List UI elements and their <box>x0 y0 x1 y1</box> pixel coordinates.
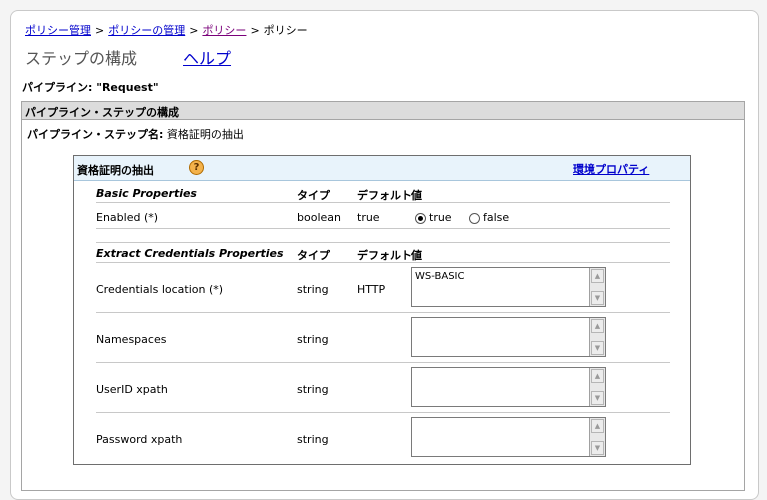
userid-xpath-textarea[interactable]: ▲ ▼ <box>411 367 606 407</box>
scroll-down-arrow-icon[interactable]: ▼ <box>591 291 604 305</box>
panel-title: 資格証明の抽出 <box>77 164 154 177</box>
scroll-down-arrow-icon[interactable]: ▼ <box>591 391 604 405</box>
scrollbar[interactable]: ▲ ▼ <box>589 268 605 306</box>
step-config-section: パイプライン・ステップの構成 パイプライン・ステップ名: 資格証明の抽出 資格証… <box>21 101 745 491</box>
userid-xpath-name: UserID xpath <box>96 383 168 396</box>
scrollbar[interactable]: ▲ ▼ <box>589 368 605 406</box>
basic-col-value: 値 <box>411 189 422 202</box>
credentials-location-name: Credentials location (*) <box>96 283 224 296</box>
scroll-up-arrow-icon[interactable]: ▲ <box>591 369 604 383</box>
section-header: パイプライン・ステップの構成 <box>22 102 744 120</box>
enabled-false-option[interactable]: false <box>469 211 509 224</box>
basic-col-type: タイプ <box>297 189 330 202</box>
properties-panel: 資格証明の抽出 ? 環境プロパティ Basic Properties タイプ デ… <box>73 155 691 465</box>
scroll-down-arrow-icon[interactable]: ▼ <box>591 441 604 455</box>
enabled-type: boolean <box>297 211 341 224</box>
help-link[interactable]: ヘルプ <box>183 45 231 69</box>
radio-false-label: false <box>483 211 510 224</box>
namespaces-textarea[interactable]: ▲ ▼ <box>411 317 606 357</box>
password-xpath-textarea[interactable]: ▲ ▼ <box>411 417 606 457</box>
help-question-icon[interactable]: ? <box>189 160 204 175</box>
divider <box>96 228 670 229</box>
basic-properties-heading: Basic Properties <box>96 187 197 200</box>
divider <box>96 242 670 243</box>
breadcrumb-separator: > <box>189 24 199 37</box>
divider <box>96 362 670 363</box>
step-name: パイプライン・ステップ名: 資格証明の抽出 <box>27 126 244 142</box>
credentials-location-default: HTTP <box>357 283 386 296</box>
enabled-default: true <box>357 211 380 224</box>
step-name-value: 資格証明の抽出 <box>166 128 244 141</box>
breadcrumb-policy-management[interactable]: ポリシー管理 <box>25 24 91 37</box>
extract-col-value: 値 <box>411 249 422 262</box>
step-name-label: パイプライン・ステップ名: <box>27 128 164 141</box>
extract-col-type: タイプ <box>297 249 330 262</box>
breadcrumb-separator: > <box>95 24 105 37</box>
password-xpath-type: string <box>297 433 329 446</box>
breadcrumb-policy-admin[interactable]: ポリシーの管理 <box>108 24 185 37</box>
divider <box>96 202 670 203</box>
credentials-location-type: string <box>297 283 329 296</box>
scroll-up-arrow-icon[interactable]: ▲ <box>591 269 604 283</box>
credentials-location-textarea[interactable]: WS-BASIC ▲ ▼ <box>411 267 606 307</box>
breadcrumb: ポリシー管理 > ポリシーの管理 > ポリシー > ポリシー <box>25 22 308 38</box>
pipeline-label: パイプライン: "Request" <box>22 81 159 94</box>
environment-properties-link[interactable]: 環境プロパティ <box>573 161 649 177</box>
namespaces-name: Namespaces <box>96 333 167 346</box>
divider <box>96 312 670 313</box>
scrollbar[interactable]: ▲ ▼ <box>589 318 605 356</box>
basic-col-default: デフォルト <box>357 189 412 202</box>
userid-xpath-type: string <box>297 383 329 396</box>
enabled-true-option[interactable]: true <box>415 211 452 224</box>
scroll-up-arrow-icon[interactable]: ▲ <box>591 319 604 333</box>
extract-properties-heading: Extract Credentials Properties <box>96 247 284 260</box>
radio-false[interactable] <box>469 212 480 224</box>
scroll-down-arrow-icon[interactable]: ▼ <box>591 341 604 355</box>
credentials-location-value: WS-BASIC <box>415 271 465 282</box>
breadcrumb-separator: > <box>250 24 260 37</box>
radio-true[interactable] <box>415 212 426 224</box>
panel-header: 資格証明の抽出 ? 環境プロパティ <box>74 156 690 181</box>
scrollbar[interactable]: ▲ ▼ <box>589 418 605 456</box>
scroll-up-arrow-icon[interactable]: ▲ <box>591 419 604 433</box>
page-title: ステップの構成 <box>25 49 138 68</box>
divider <box>96 262 670 263</box>
radio-true-label: true <box>429 211 452 224</box>
enabled-name: Enabled (*) <box>96 211 159 224</box>
password-xpath-name: Password xpath <box>96 433 183 446</box>
breadcrumb-policy[interactable]: ポリシー <box>202 24 246 37</box>
extract-col-default: デフォルト <box>357 249 412 262</box>
breadcrumb-current: ポリシー <box>263 24 308 37</box>
namespaces-type: string <box>297 333 329 346</box>
divider <box>96 412 670 413</box>
